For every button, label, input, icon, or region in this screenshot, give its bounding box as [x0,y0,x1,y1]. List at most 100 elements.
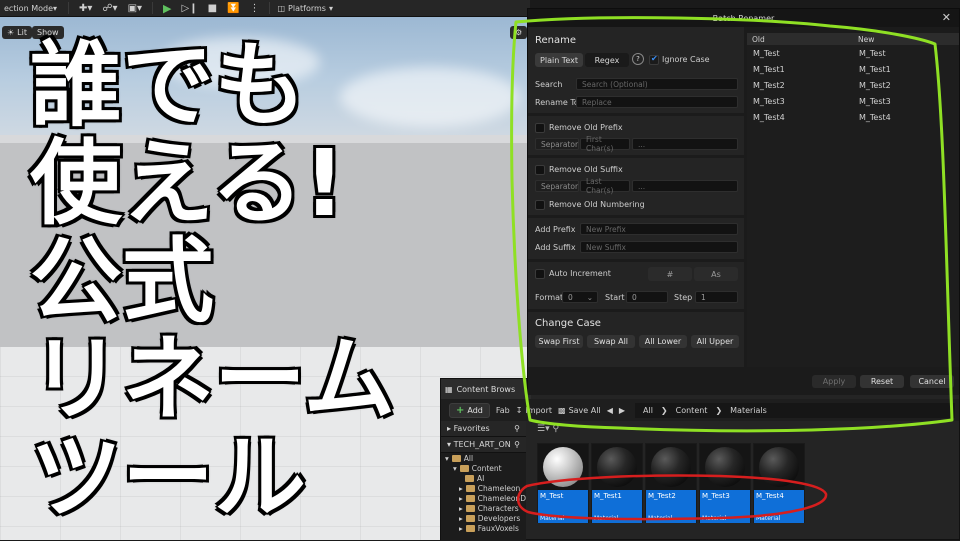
asset-tile[interactable]: M_Test3 Material [699,443,751,523]
format-dropdown[interactable]: 0 ⌄ [562,291,598,303]
tree-item-characters[interactable]: ▸ Characters [441,503,526,513]
eject-icon[interactable]: ⏬ [224,3,242,14]
content-browser: ▦ Content Brows + Add Fab ↧ Import ▩ Sav… [440,378,960,541]
preview-row[interactable]: M_Test4 M_Test4 [747,109,959,125]
column-old[interactable]: Old [747,33,853,45]
add-suffix-input[interactable]: New Suffix [580,241,738,253]
rename-to-input[interactable]: Replace [576,96,738,108]
cinematics-icon[interactable]: ▣▾ [125,3,145,14]
numbering-as-button[interactable]: As [694,267,738,281]
step-input[interactable]: 1 [695,291,738,303]
start-value: 0 [632,292,637,302]
folder-icon [459,464,469,472]
step-icon[interactable]: ▷❙ [179,3,201,14]
first-chars-input[interactable]: First Char(s) [580,135,630,153]
forward-icon[interactable]: ▶ [619,406,625,415]
preview-header: Old New [747,33,959,45]
save-all-label: Save All [568,405,601,415]
asset-tile[interactable]: M_Test4 Material [753,443,805,523]
back-icon[interactable]: ◀ [607,406,613,415]
apply-button[interactable]: Apply [812,375,856,388]
preview-row[interactable]: M_Test M_Test [747,45,959,61]
asset-label: M_Test4 Material [754,490,804,523]
prefix-separator-input[interactable]: ... [632,138,738,150]
ignore-case-checkbox[interactable] [649,54,659,65]
tree-item-developers[interactable]: ▸ Developers [441,513,526,523]
plain-text-tab[interactable]: Plain Text [535,53,583,67]
add-actor-icon[interactable]: ✚▾ [76,3,95,14]
project-header[interactable]: ▾ TECH_ART_ON ⚲ [441,437,526,453]
reset-button[interactable]: Reset [860,375,904,388]
search-icon[interactable]: ⚲ [514,440,520,449]
folder-icon [465,524,475,532]
lit-button[interactable]: ☀ Lit [2,26,32,39]
column-new[interactable]: New [853,33,959,45]
batch-renamer-footer: Apply Reset Cancel [528,367,959,395]
platforms-dropdown[interactable]: ◫ Platforms ▾ [277,4,332,13]
breadcrumb-all[interactable]: All [643,406,653,415]
swap-all-label: Swap All [593,337,629,346]
filter-icon[interactable]: ☰▾ ⚲ [537,424,559,434]
batch-renamer-window: Batch Renamer ✕ Rename Plain Text Regex … [527,8,960,395]
breadcrumb-content[interactable]: Content [676,406,708,415]
add-button[interactable]: + Add [449,402,490,418]
viewport-options-icon[interactable]: ⚙ [510,26,528,39]
overlay-title-line-2: 使える! [28,130,346,237]
add-prefix-label: Add Prefix [535,225,576,234]
asset-tile[interactable]: M_Test Material [537,443,589,523]
help-icon[interactable]: ? [632,53,644,65]
stop-icon[interactable]: ■ [205,3,220,14]
asset-thumbnail [700,444,750,490]
tree-item-all[interactable]: ▾ All [441,453,526,463]
rename-to-label: Rename To [535,98,579,107]
tree-item-ai[interactable]: AI [441,473,526,483]
all-lower-button[interactable]: All Lower [639,335,687,348]
save-all-button[interactable]: ▩ Save All [558,406,601,415]
breadcrumb-materials[interactable]: Materials [730,406,767,415]
selection-mode-dropdown[interactable]: ection Mode ▾ [0,4,61,13]
lit-icon: ☀ [7,28,15,37]
tree-item-chameleond[interactable]: ▸ ChameleonD [441,493,526,503]
preview-row[interactable]: M_Test2 M_Test2 [747,77,959,93]
swap-first-button[interactable]: Swap First [535,335,583,348]
folder-tree: ▸ Favorites ⚲ ▾ TECH_ART_ON ⚲ ▾ All ▾ Co… [441,421,526,541]
tree-item-fauxvoxels[interactable]: ▸ FauxVoxels [441,523,526,533]
chevron-right-icon: ▸ [459,483,463,493]
blueprint-icon[interactable]: ☍▾ [99,3,120,14]
content-browser-tab[interactable]: ▦ Content Brows [441,379,531,399]
asset-tile[interactable]: M_Test1 Material [591,443,643,523]
asset-tile[interactable]: M_Test2 Material [645,443,697,523]
more-options-icon[interactable]: ⋮ [246,3,262,14]
fab-button[interactable]: Fab [496,406,510,415]
start-input[interactable]: 0 [626,291,668,303]
numbering-hash-button[interactable]: # [648,267,692,281]
all-upper-button[interactable]: All Upper [691,335,739,348]
last-chars-input[interactable]: Last Char(s) [580,177,630,195]
swap-all-button[interactable]: Swap All [587,335,635,348]
search-icon[interactable]: ⚲ [514,424,520,433]
preview-row[interactable]: M_Test1 M_Test1 [747,61,959,77]
remove-old-prefix-checkbox[interactable] [535,123,545,133]
content-browser-toolbar: + Add Fab ↧ Import ▩ Save All ◀ ▶ All ❯ … [441,399,959,421]
regex-tab[interactable]: Regex [585,53,629,67]
search-input[interactable]: Search (Optional) [576,78,738,90]
batch-renamer-titlebar[interactable]: Batch Renamer ✕ [528,9,959,27]
chevron-down-icon: ▾ [453,463,457,473]
remove-old-suffix-checkbox[interactable] [535,165,545,175]
reset-label: Reset [870,377,894,386]
auto-increment-checkbox[interactable] [535,269,545,279]
suffix-separator-input[interactable]: ... [632,180,738,192]
close-icon[interactable]: ✕ [942,11,951,24]
asset-type: Material [594,515,619,522]
play-icon[interactable]: ▶ [160,2,174,15]
add-prefix-input[interactable]: New Prefix [580,223,738,235]
tree-item-chameleon[interactable]: ▸ Chameleon [441,483,526,493]
import-button[interactable]: ↧ Import [516,406,552,415]
import-icon: ↧ [515,405,523,415]
remove-old-numbering-checkbox[interactable] [535,200,545,210]
preview-row[interactable]: M_Test3 M_Test3 [747,93,959,109]
tree-item-content[interactable]: ▾ Content [441,463,526,473]
cancel-button[interactable]: Cancel [910,375,954,388]
asset-label: M_Test2 Material [646,490,696,523]
favorites-header[interactable]: ▸ Favorites ⚲ [441,421,526,437]
